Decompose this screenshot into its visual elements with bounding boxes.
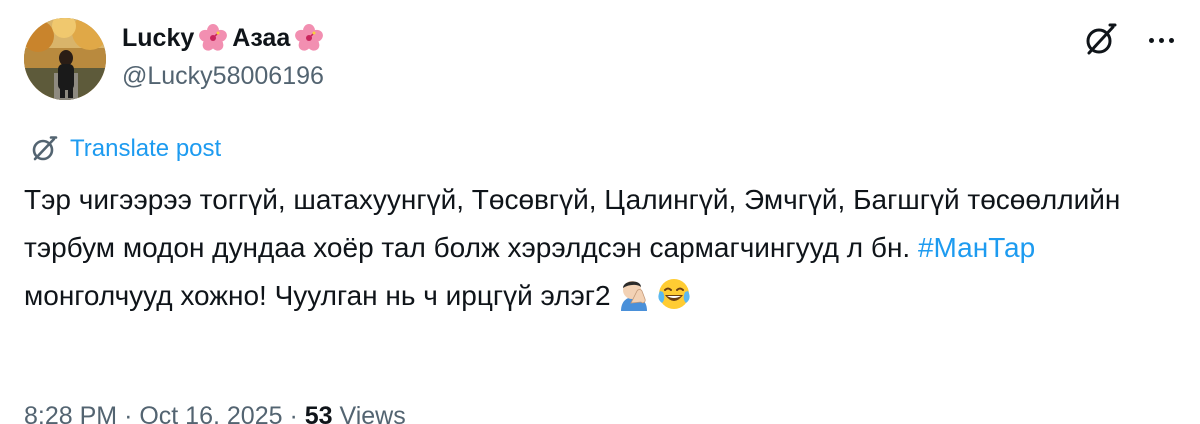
views-label: Views <box>339 402 406 424</box>
face-with-tears-of-joy-icon <box>657 279 690 309</box>
translate-post-label: Translate post <box>70 135 222 162</box>
hibiscus-icon <box>199 24 228 51</box>
man-facepalming-icon <box>620 281 647 311</box>
meta-separator: · <box>289 402 298 424</box>
post-meta: 8:28 PM · Oct 16, 2025 · 53 Views <box>24 398 406 424</box>
translate-icon <box>32 136 58 161</box>
tweet-text-tail: монголчууд хожно! Чуулган нь ч ирцгүй эл… <box>24 280 611 311</box>
hibiscus-icon <box>295 24 324 51</box>
more-icon[interactable] <box>1146 25 1176 55</box>
tweet-text: Тэр чигээрээ тоггүй, шатахуунгүй, Төсөвг… <box>24 176 1164 320</box>
hashtag-link[interactable]: #МанТар <box>918 232 1035 263</box>
display-name-suffix: Азаа <box>232 24 291 52</box>
translate-post-link[interactable]: Translate post <box>30 132 221 166</box>
user-handle[interactable]: @Lucky58006196 <box>122 58 324 94</box>
views-count[interactable]: 53 <box>305 402 333 424</box>
display-name-text: Lucky <box>122 24 195 52</box>
avatar[interactable] <box>24 18 106 100</box>
grok-icon[interactable] <box>1082 22 1118 58</box>
post-header: Lucky Азаа @Lucky58006196 <box>24 16 1184 100</box>
post-time[interactable]: 8:28 PM <box>24 402 117 424</box>
display-name[interactable]: Lucky Азаа <box>122 20 324 56</box>
post-date[interactable]: Oct 16, 2025 <box>139 402 282 424</box>
meta-separator: · <box>124 402 133 424</box>
